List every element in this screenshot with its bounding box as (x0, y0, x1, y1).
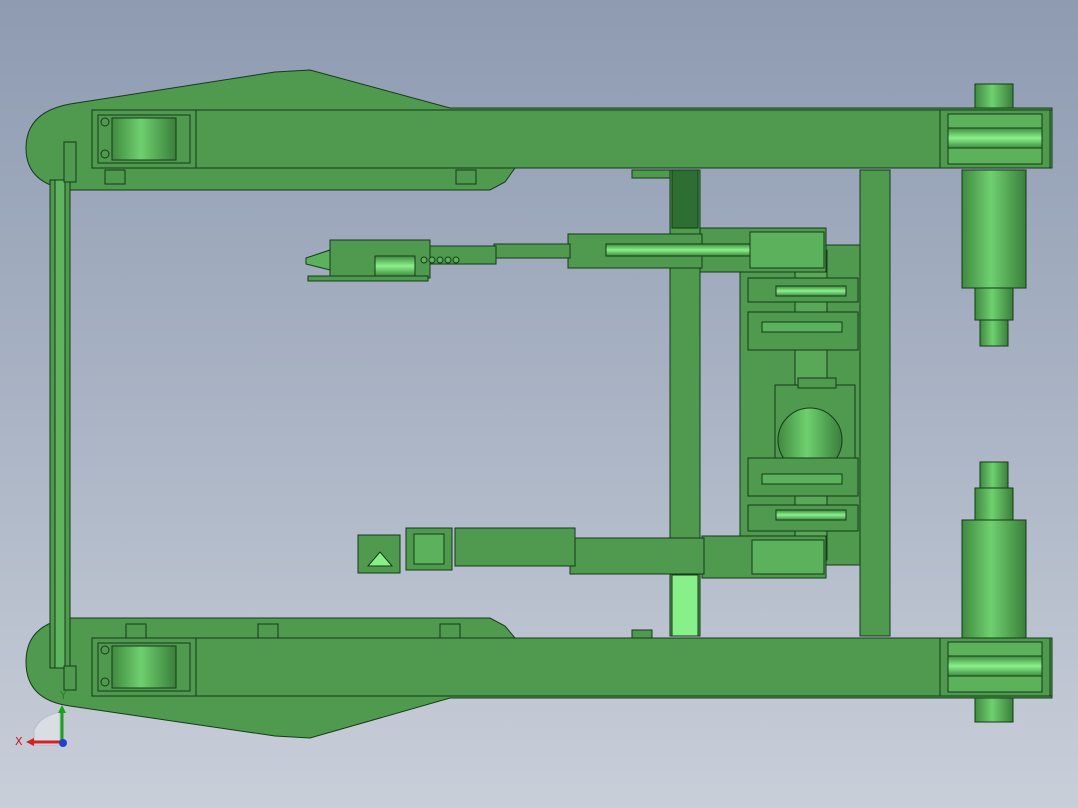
y-axis-label: Y (59, 689, 67, 702)
x-axis-label: X (15, 735, 23, 748)
cad-viewport[interactable]: X Y (0, 0, 1078, 808)
upper-right-cylinder[interactable] (961, 169, 1027, 289)
center-post-right (859, 169, 891, 637)
upper-left-wheel[interactable] (111, 117, 177, 161)
lower-left-wheel[interactable] (111, 645, 177, 689)
robot-chassis-model[interactable] (25, 69, 1053, 739)
lower-right-cylinder[interactable] (961, 519, 1027, 639)
z-axis-icon (59, 739, 67, 747)
coordinate-triad: X Y (15, 689, 67, 748)
